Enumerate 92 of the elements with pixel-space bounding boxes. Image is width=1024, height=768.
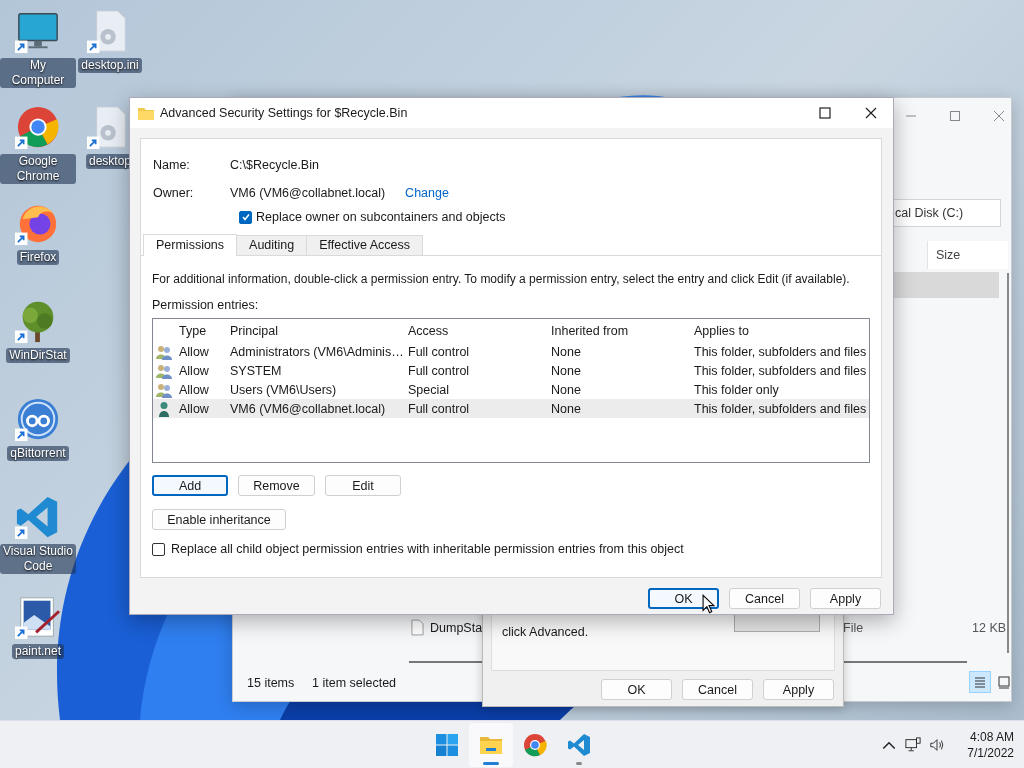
file-type: File bbox=[843, 621, 864, 635]
checkbox-label[interactable]: Replace owner on subcontainers and objects bbox=[256, 210, 506, 224]
table-cell-text: This folder, subfolders and files bbox=[693, 401, 868, 416]
table-cell-text: Allow bbox=[178, 382, 210, 397]
field-label: Name: bbox=[153, 158, 191, 172]
user-group-icon bbox=[156, 343, 172, 360]
action-button[interactable]: Remove bbox=[238, 475, 315, 496]
table-cell-text: Full control bbox=[407, 344, 471, 359]
desktop-icon-label[interactable]: Visual Studio Code bbox=[0, 544, 76, 574]
file-icon bbox=[411, 619, 424, 636]
chrome-icon[interactable] bbox=[15, 104, 61, 150]
table-cell-text: Full control bbox=[407, 401, 471, 416]
desktop-icon-label[interactable]: paint.net bbox=[11, 644, 64, 659]
desktop-icon-label[interactable]: My Computer bbox=[0, 58, 76, 88]
table-cell-text: This folder only bbox=[693, 382, 780, 397]
owner-name: VM6 (VM6@collabnet.local) bbox=[230, 186, 386, 200]
desktop-icon-label[interactable]: desktop.ini bbox=[78, 58, 142, 73]
dialog-button[interactable]: Cancel bbox=[682, 679, 753, 700]
dialog-button[interactable]: OK bbox=[648, 588, 719, 609]
dialog-button[interactable]: Apply bbox=[763, 679, 834, 700]
permission-row[interactable]: Allow VM6 (VM6@collabnet.local) Full control None This folder, subfolders and files bbox=[153, 399, 869, 418]
file-size: 12 KB bbox=[972, 621, 1007, 635]
tab[interactable]: Permissions bbox=[143, 234, 238, 256]
action-button[interactable]: Add bbox=[152, 475, 228, 496]
list-view-icon bbox=[973, 675, 987, 689]
column-header[interactable]: Access bbox=[402, 323, 545, 338]
table-cell-text: Allow bbox=[178, 401, 210, 416]
change-link[interactable]: Change bbox=[405, 186, 449, 200]
object-name: C:\$Recycle.Bin bbox=[230, 158, 319, 172]
table-cell-text: None bbox=[550, 382, 582, 397]
tab[interactable]: Effective Access bbox=[306, 235, 424, 255]
clock-date[interactable]: 7/1/2022 bbox=[967, 745, 1014, 761]
network-icon[interactable] bbox=[905, 737, 922, 753]
details-view-button[interactable] bbox=[969, 671, 991, 693]
torrent-icon[interactable] bbox=[15, 396, 61, 442]
column-header[interactable]: Size bbox=[927, 241, 1008, 269]
paint-icon[interactable] bbox=[15, 594, 61, 640]
file-name[interactable]: DumpSta bbox=[430, 620, 483, 635]
checkbox-label[interactable]: Replace all child object permission entries with inheritable permission entries from this object bbox=[171, 542, 684, 556]
action-button[interactable]: Edit bbox=[325, 475, 401, 496]
window-title: Advanced Security Settings for $Recycle.Bin bbox=[160, 106, 408, 120]
section-label: Permission entries: bbox=[152, 298, 260, 314]
table-cell-text: None bbox=[550, 363, 582, 378]
column-header[interactable]: Inherited from bbox=[545, 323, 688, 338]
dialog-button[interactable]: OK bbox=[601, 679, 672, 700]
desktop-icon-label[interactable]: Firefox bbox=[16, 250, 60, 265]
volume-icon[interactable] bbox=[929, 737, 946, 753]
preview-view-icon bbox=[997, 675, 1011, 689]
checkbox[interactable] bbox=[239, 210, 252, 224]
table-cell-text: VM6 (VM6@collabnet.local) bbox=[229, 401, 387, 416]
desktop-icon-label[interactable]: qBittorrent bbox=[7, 446, 69, 461]
enable-inheritance-button[interactable]: Enable inheritance bbox=[152, 509, 286, 530]
user-icon bbox=[156, 400, 172, 417]
table-cell-text: Special bbox=[407, 382, 450, 397]
dialog-button[interactable]: Cancel bbox=[729, 588, 800, 609]
close-icon[interactable] bbox=[865, 107, 877, 119]
desktop-icon-label[interactable]: WinDirStat bbox=[6, 348, 70, 363]
maximize-icon[interactable] bbox=[819, 107, 831, 119]
column-header[interactable]: Type bbox=[173, 323, 224, 338]
checkbox[interactable] bbox=[152, 542, 165, 556]
code-editor-icon bbox=[567, 733, 591, 757]
clock-time[interactable]: 4:08 AM bbox=[969, 729, 1014, 745]
permission-row[interactable]: Allow Administrators (VM6\Adminis… Full control None This folder, subfolders and files bbox=[153, 342, 869, 361]
chrome-icon bbox=[523, 733, 547, 757]
column-header[interactable]: Applies to bbox=[688, 323, 869, 338]
table-cell-text: Allow bbox=[178, 363, 210, 378]
windows-logo-icon bbox=[435, 733, 459, 757]
desktop-icon-label[interactable]: Google Chrome bbox=[0, 154, 76, 184]
hint-text: click Advanced. bbox=[502, 625, 589, 639]
folder-taskbar-button[interactable] bbox=[469, 723, 513, 767]
field-label: Owner: bbox=[153, 186, 195, 200]
dialog-button[interactable]: Apply bbox=[810, 588, 881, 609]
table-cell-text: None bbox=[550, 401, 582, 416]
item-count: 15 items bbox=[247, 676, 295, 690]
table-cell-text: This folder, subfolders and files bbox=[693, 344, 868, 359]
table-cell-text: Administrators (VM6\Adminis… bbox=[229, 344, 402, 359]
table-cell-text: Users (VM6\Users) bbox=[229, 382, 338, 397]
folder-icon bbox=[138, 106, 154, 120]
user-group-icon bbox=[156, 362, 172, 379]
table-cell-text: None bbox=[550, 344, 582, 359]
permission-row[interactable]: Allow SYSTEM Full control None This folder, subfolders and files bbox=[153, 361, 869, 380]
tab[interactable]: Auditing bbox=[236, 235, 308, 255]
table-cell-text: This folder, subfolders and files bbox=[693, 363, 868, 378]
permission-row[interactable]: Allow Users (VM6\Users) Special None This folder only bbox=[153, 380, 869, 399]
user-group-icon bbox=[156, 381, 172, 398]
table-cell-text: Full control bbox=[407, 363, 471, 378]
scrollbar[interactable] bbox=[1007, 273, 1009, 653]
column-header[interactable]: Principal bbox=[224, 323, 402, 338]
table-cell-text: SYSTEM bbox=[229, 363, 283, 378]
info-text: For additional information, double-click a permission entry. To modify a permission entry, select the entry and click Edit (if available). bbox=[152, 272, 851, 288]
table-cell-text: Allow bbox=[178, 344, 210, 359]
selection-count: 1 item selected bbox=[312, 676, 397, 690]
